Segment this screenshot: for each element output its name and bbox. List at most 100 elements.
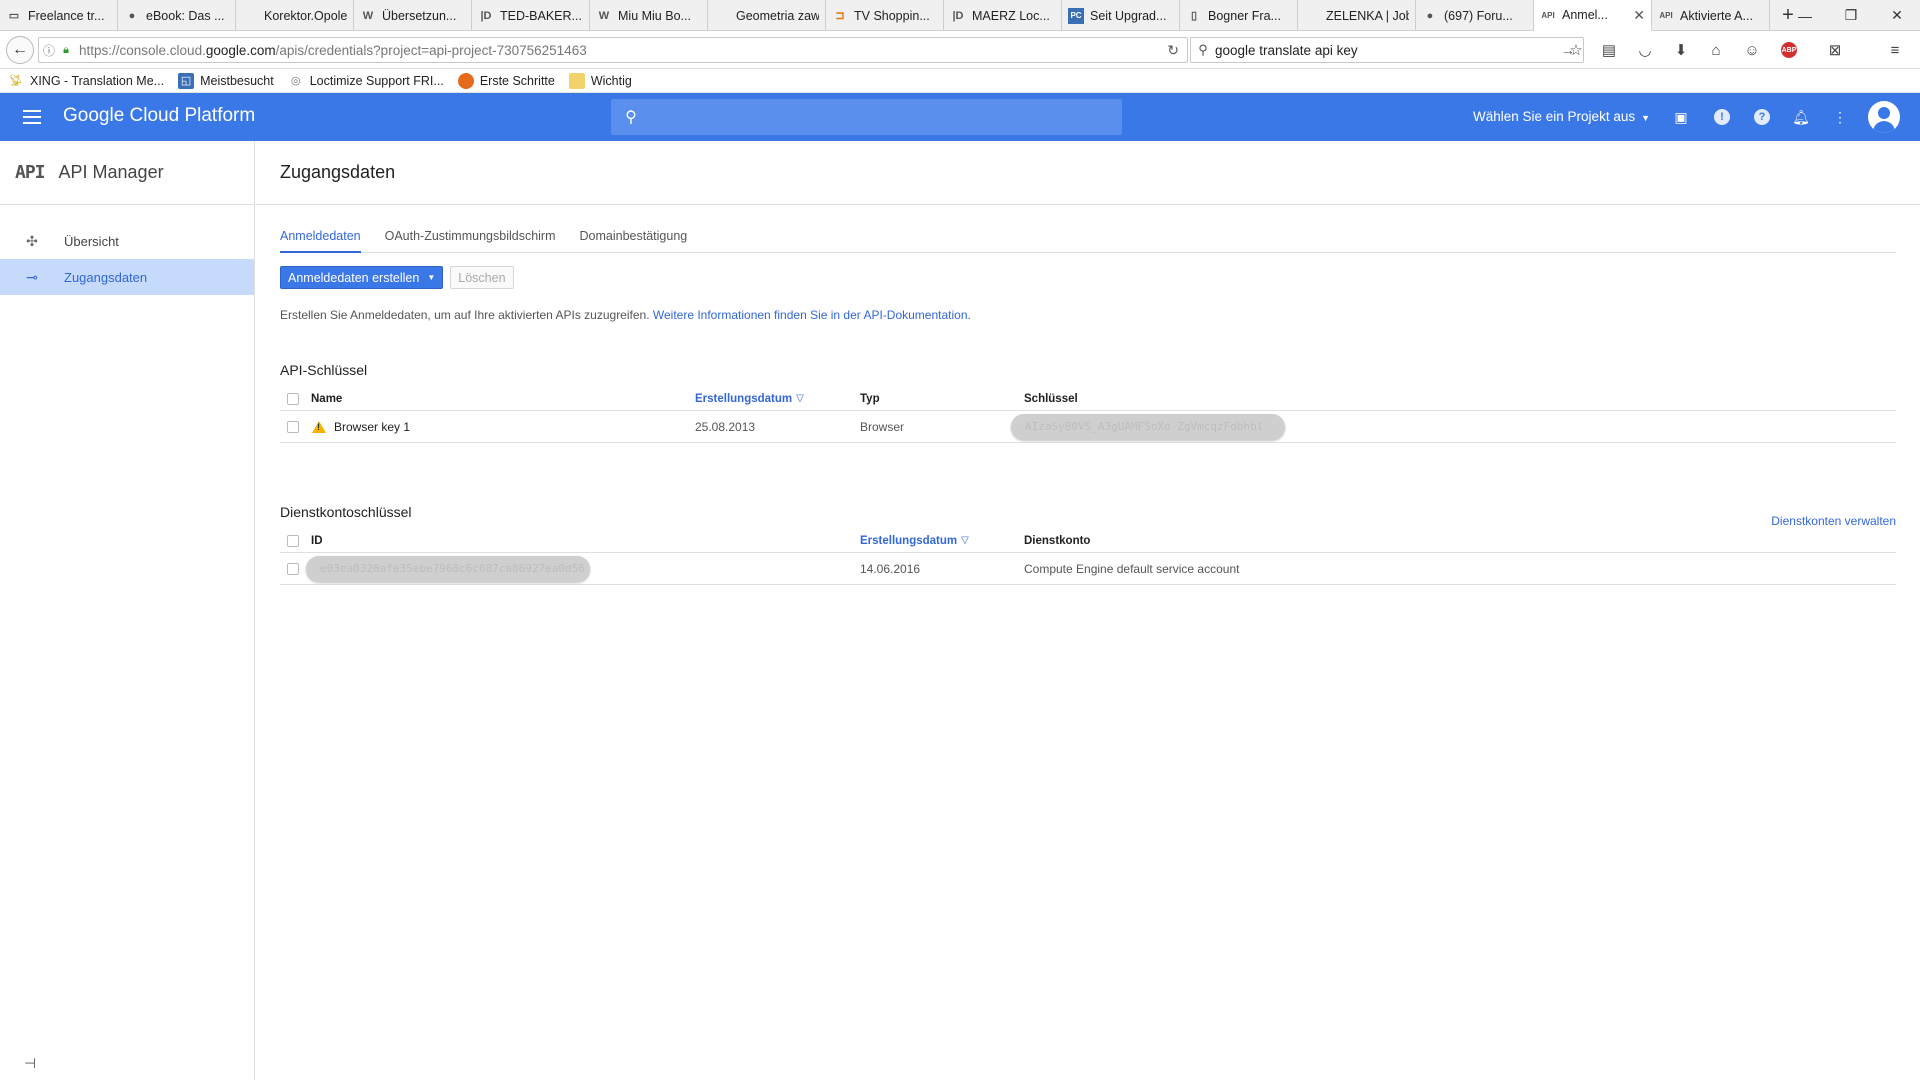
lock-icon: 🔒︎ bbox=[63, 43, 69, 56]
page-header: Zugangsdaten bbox=[256, 141, 1920, 205]
table-header-row: ID Erstellungsdatum ▽ Dienstkonto bbox=[280, 529, 1896, 553]
info-icon[interactable]: ⓘ bbox=[39, 42, 59, 59]
ted-baker-icon: |D bbox=[480, 9, 492, 22]
pocket-icon[interactable]: ◡ bbox=[1634, 39, 1656, 61]
help-icon[interactable]: ? bbox=[1754, 109, 1770, 125]
key-value-cell: AIzaSyB0VS_A3gUAMFSoXo-ZgVmcqzFdbhbl bbox=[1011, 411, 1285, 442]
api-keys-title: API-Schlüssel bbox=[280, 362, 368, 378]
bookmark-item[interactable]: Erste Schritte bbox=[457, 72, 555, 89]
browser-tab[interactable]: W Miu Miu Bo... bbox=[590, 0, 708, 31]
sidebar-item-overview[interactable]: ✣ Übersicht bbox=[0, 223, 254, 259]
download-icon[interactable]: ⬇ bbox=[1670, 39, 1692, 61]
delete-button[interactable]: Löschen bbox=[450, 266, 514, 289]
browser-tab-active[interactable]: API Anmel... ✕ bbox=[1534, 0, 1652, 31]
bookmark-label: Wichtig bbox=[590, 73, 632, 88]
minimize-icon[interactable]: — bbox=[1782, 0, 1828, 31]
more-options-icon[interactable]: ⋮ bbox=[1829, 106, 1851, 128]
bookmark-item[interactable]: ◱ Meistbesucht bbox=[178, 72, 274, 89]
close-tab-icon[interactable]: ✕ bbox=[1629, 7, 1645, 24]
sa-key-id-redacted[interactable]: e03ea0320afe35ebe7968c6c687ca86927ea0d56 bbox=[306, 555, 590, 582]
console-search-input[interactable] bbox=[651, 108, 1101, 126]
select-all-checkbox[interactable] bbox=[287, 387, 299, 410]
translate-extension-icon[interactable]: ⊠ bbox=[1824, 39, 1846, 61]
column-header-date-label: Erstellungsdatum bbox=[860, 534, 958, 547]
browser-tab[interactable]: Geometria zawi... bbox=[708, 0, 826, 31]
tab-title: Korektor.Opole.... bbox=[264, 8, 347, 23]
feedback-icon[interactable]: ! bbox=[1714, 109, 1730, 125]
adblock-icon[interactable]: ABP bbox=[1778, 39, 1800, 61]
browser-tab[interactable]: ● (697) Foru... bbox=[1416, 0, 1534, 31]
hamburger-menu-icon[interactable]: ≡ bbox=[1884, 39, 1906, 61]
browser-search-field[interactable]: ⚲ google translate api key → bbox=[1190, 37, 1584, 63]
sidebar-header: API API Manager bbox=[0, 141, 254, 205]
reading-list-icon[interactable]: ▤ bbox=[1598, 39, 1620, 61]
tab-title: Aktivierte A... bbox=[1680, 8, 1753, 23]
warning-icon bbox=[312, 420, 326, 433]
create-credentials-button[interactable]: Anmeldedaten erstellen ▼ bbox=[280, 266, 444, 289]
select-all-checkbox[interactable] bbox=[287, 529, 299, 552]
column-header-date[interactable]: Erstellungsdatum ▽ bbox=[860, 529, 969, 552]
table-row[interactable]: Browser key 1 25.08.2013 Browser AIzaSyB… bbox=[280, 411, 1896, 443]
tab-domain-verification[interactable]: Domainbestätigung bbox=[580, 229, 688, 253]
sidebar-title: API Manager bbox=[58, 162, 164, 182]
bookmark-star-icon[interactable]: ☆ bbox=[1565, 39, 1587, 61]
main-content: Zugangsdaten Anmeldedaten OAuth-Zustimmu… bbox=[256, 141, 1920, 1080]
ebook-icon: ● bbox=[128, 9, 136, 22]
manage-service-accounts-link[interactable]: Dienstkonten verwalten bbox=[1771, 514, 1896, 528]
row-checkbox[interactable] bbox=[287, 553, 299, 584]
browser-tab[interactable]: |D MAERZ Loc... bbox=[944, 0, 1062, 31]
browser-tab[interactable]: |D TED-BAKER... bbox=[472, 0, 590, 31]
reload-icon[interactable]: ↻ bbox=[1167, 42, 1179, 59]
row-checkbox[interactable] bbox=[287, 411, 299, 442]
column-header-date-label: Erstellungsdatum bbox=[695, 392, 793, 405]
table-row[interactable]: e03ea0320afe35ebe7968c6c687ca86927ea0d56… bbox=[280, 553, 1896, 585]
sa-creation-date: 14.06.2016 bbox=[860, 561, 921, 576]
browser-tab[interactable]: ● eBook: Das ... bbox=[118, 0, 236, 31]
key-name[interactable]: Browser key 1 bbox=[334, 420, 410, 434]
browser-tab[interactable]: W Übersetzun... bbox=[354, 0, 472, 31]
cloud-shell-icon[interactable]: ▣ bbox=[1670, 106, 1692, 128]
api-docs-link[interactable]: Weitere Informationen finden Sie in der … bbox=[653, 308, 971, 322]
notifications-icon[interactable]: 🔔︎ bbox=[1790, 106, 1812, 128]
browser-tab[interactable]: API Aktivierte A... bbox=[1652, 0, 1770, 31]
maerz-icon: |D bbox=[952, 9, 964, 22]
browser-tab[interactable]: PC Seit Upgrad... bbox=[1062, 0, 1180, 31]
api-logo-icon: API bbox=[15, 162, 45, 183]
avatar[interactable] bbox=[1868, 101, 1900, 133]
tv-shopping-icon: ⊐ bbox=[835, 10, 845, 22]
restore-icon[interactable]: ❐ bbox=[1828, 0, 1874, 31]
browser-tab[interactable]: ▭ Freelance tr... bbox=[0, 0, 118, 31]
url-bar[interactable]: ⓘ 🔒︎ https://console.cloud.google.com/ap… bbox=[38, 37, 1188, 63]
loctimize-icon: ◎ bbox=[290, 75, 301, 87]
service-account-keys-title: Dienstkontoschlüssel bbox=[280, 504, 412, 520]
browser-tab[interactable]: Korektor.Opole.... bbox=[236, 0, 354, 31]
bookmark-item[interactable]: 📡︎ XING - Translation Me... bbox=[8, 73, 164, 89]
url-domain: google.com bbox=[205, 42, 276, 58]
home-icon[interactable]: ⌂ bbox=[1705, 39, 1727, 61]
column-header-key: Schlüssel bbox=[1024, 392, 1078, 405]
browser-tab[interactable]: ⊐ TV Shoppin... bbox=[826, 0, 944, 31]
brand-title[interactable]: Google Cloud Platform bbox=[63, 105, 255, 127]
tab-title: Seit Upgrad... bbox=[1090, 8, 1167, 23]
tab-oauth-consent[interactable]: OAuth-Zustimmungsbildschirm bbox=[385, 229, 556, 253]
menu-icon[interactable] bbox=[20, 105, 44, 129]
column-header-date[interactable]: Erstellungsdatum ▽ bbox=[695, 387, 804, 410]
chat-icon[interactable]: ☺ bbox=[1741, 39, 1763, 61]
key-value-redacted[interactable]: AIzaSyB0VS_A3gUAMFSoXo-ZgVmcqzFdbhbl bbox=[1011, 413, 1285, 440]
page-icon bbox=[1304, 8, 1320, 24]
console-search-bar[interactable]: ⚲ bbox=[611, 99, 1122, 135]
collapse-sidebar-icon[interactable]: ⊣ bbox=[24, 1055, 36, 1072]
tab-credentials[interactable]: Anmeldedaten bbox=[280, 229, 361, 253]
url-text: https://console.cloud.google.com/apis/cr… bbox=[79, 43, 587, 58]
bookmark-item[interactable]: Wichtig bbox=[568, 72, 632, 89]
sidebar-item-credentials[interactable]: ⊸ Zugangsdaten bbox=[0, 259, 254, 295]
back-button[interactable]: ← bbox=[6, 36, 34, 64]
sa-account-name: Compute Engine default service account bbox=[1024, 561, 1240, 576]
close-window-icon[interactable]: ✕ bbox=[1874, 0, 1920, 31]
bookmark-item[interactable]: ◎ Loctimize Support FRI... bbox=[288, 73, 444, 89]
browser-tab[interactable]: ZELENKA | Jobs bbox=[1298, 0, 1416, 31]
browser-tab[interactable]: ▯ Bogner Fra... bbox=[1180, 0, 1298, 31]
sort-arrow-icon: ▽ bbox=[796, 393, 804, 404]
url-prefix: https://console.cloud. bbox=[79, 42, 206, 58]
project-selector[interactable]: Wählen Sie ein Projekt aus ▼ bbox=[1473, 109, 1650, 124]
